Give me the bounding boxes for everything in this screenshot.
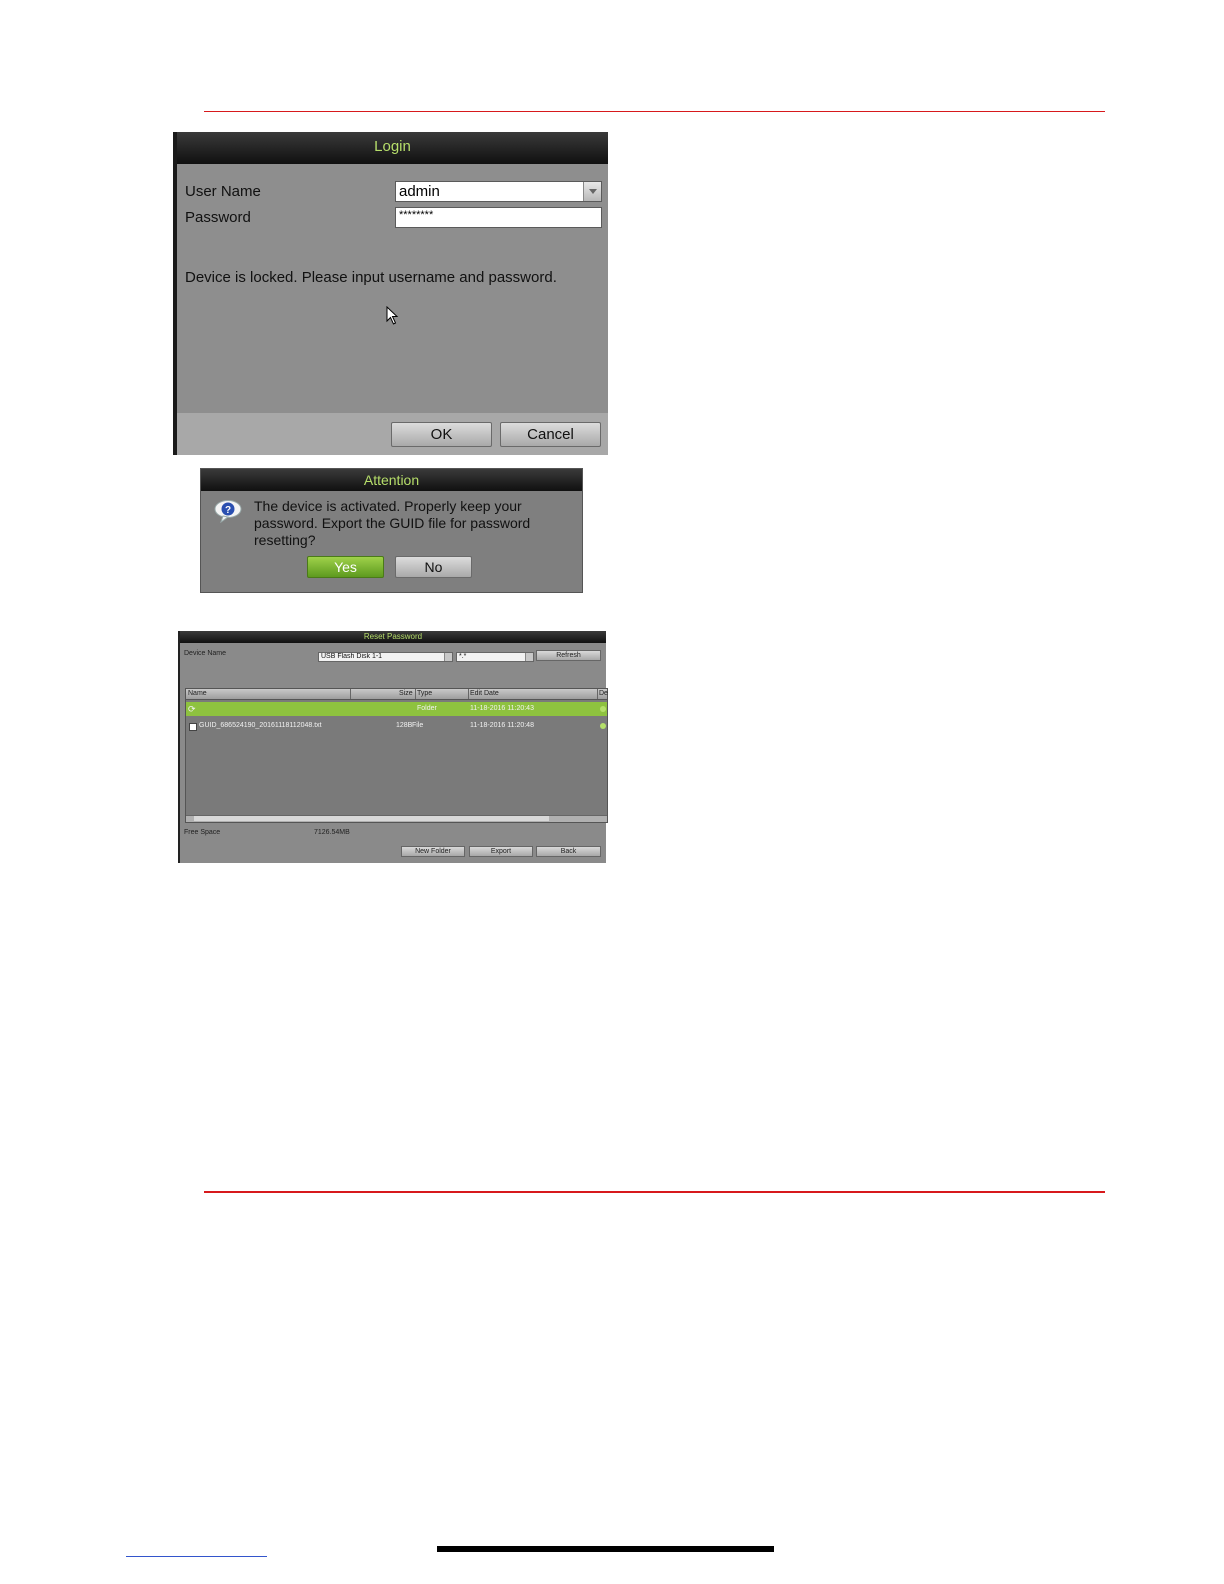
username-combo[interactable]: admin: [395, 181, 602, 202]
column-separator: [597, 689, 598, 699]
no-button[interactable]: No: [395, 556, 472, 578]
row-type: Folder: [417, 705, 437, 712]
row-size: 128B: [396, 722, 413, 729]
delete-icon[interactable]: [600, 706, 606, 712]
delete-icon[interactable]: [600, 723, 606, 729]
device-name-label: Device Name: [184, 650, 227, 657]
reset-title: Reset Password: [363, 632, 423, 641]
device-select-value: USB Flash Disk 1-1: [321, 653, 383, 660]
footer-link-underline: [126, 1556, 267, 1557]
file-filter-value: *.*: [459, 653, 467, 660]
reset-titlebar: Reset Password: [180, 631, 606, 643]
svg-text:?: ?: [225, 505, 231, 516]
free-space-label: Free Space: [184, 829, 221, 836]
login-dialog: Login User Name admin Password ******** …: [173, 132, 608, 455]
chevron-down-icon[interactable]: [525, 653, 533, 661]
ok-button[interactable]: OK: [391, 422, 492, 447]
question-icon: ?: [214, 500, 242, 523]
new-folder-button[interactable]: New Folder: [401, 846, 465, 857]
chevron-down-icon: [588, 189, 597, 194]
mouse-cursor-icon: [386, 306, 399, 325]
column-separator: [468, 689, 469, 699]
username-value: admin: [399, 183, 440, 200]
column-size[interactable]: Size: [399, 689, 413, 699]
table-row[interactable]: ⟳ Folder 11-18-2016 11:20:43: [186, 702, 607, 716]
horizontal-scrollbar[interactable]: [186, 815, 607, 822]
password-field[interactable]: ********: [395, 207, 602, 228]
username-dropdown-button[interactable]: [583, 182, 601, 201]
file-filter-select[interactable]: *.*: [456, 652, 534, 662]
attention-title: Attention: [363, 472, 420, 488]
attention-dialog: Attention ? The device is activated. Pro…: [200, 468, 583, 593]
yes-button[interactable]: Yes: [307, 556, 384, 578]
attention-titlebar: Attention: [201, 469, 582, 491]
refresh-button[interactable]: Refresh: [536, 650, 601, 661]
column-separator: [415, 689, 416, 699]
reset-password-dialog: Reset Password Device Name USB Flash Dis…: [178, 631, 608, 863]
password-label: Password: [185, 209, 251, 226]
column-delete[interactable]: De: [599, 689, 608, 699]
refresh-icon: ⟳: [188, 704, 196, 714]
row-date: 11-18-2016 11:20:43: [470, 705, 534, 712]
device-select[interactable]: USB Flash Disk 1-1: [318, 652, 453, 662]
row-checkbox[interactable]: [189, 723, 197, 731]
header-rule: [204, 111, 1105, 112]
attention-message: The device is activated. Properly keep y…: [254, 498, 531, 548]
file-list-header: Name Size Type Edit Date De: [186, 689, 608, 700]
cancel-button[interactable]: Cancel: [500, 422, 601, 447]
footer-bar: [437, 1546, 774, 1552]
scrollbar-thumb[interactable]: [194, 816, 549, 821]
password-value: ********: [399, 209, 434, 221]
chevron-down-icon[interactable]: [444, 653, 452, 661]
column-edit-date[interactable]: Edit Date: [470, 689, 499, 699]
row-name: GUID_686524190_20161118112048.txt: [199, 722, 322, 729]
row-date: 11-18-2016 11:20:48: [470, 722, 534, 729]
login-title: Login: [374, 138, 411, 155]
back-button[interactable]: Back: [536, 846, 601, 857]
free-space-value: 7126.54MB: [314, 829, 350, 836]
file-list: Name Size Type Edit Date De ⟳ Folder 11-…: [185, 688, 608, 823]
login-titlebar: Login: [177, 132, 608, 164]
column-separator: [350, 689, 351, 699]
lock-message: Device is locked. Please input username …: [185, 269, 557, 286]
column-type[interactable]: Type: [417, 689, 432, 699]
footer-rule: [204, 1191, 1105, 1193]
row-type: File: [412, 722, 424, 729]
export-button[interactable]: Export: [469, 846, 533, 857]
username-label: User Name: [185, 183, 261, 200]
column-name[interactable]: Name: [188, 689, 207, 699]
table-row[interactable]: GUID_686524190_20161118112048.txt 128B F…: [186, 719, 607, 733]
